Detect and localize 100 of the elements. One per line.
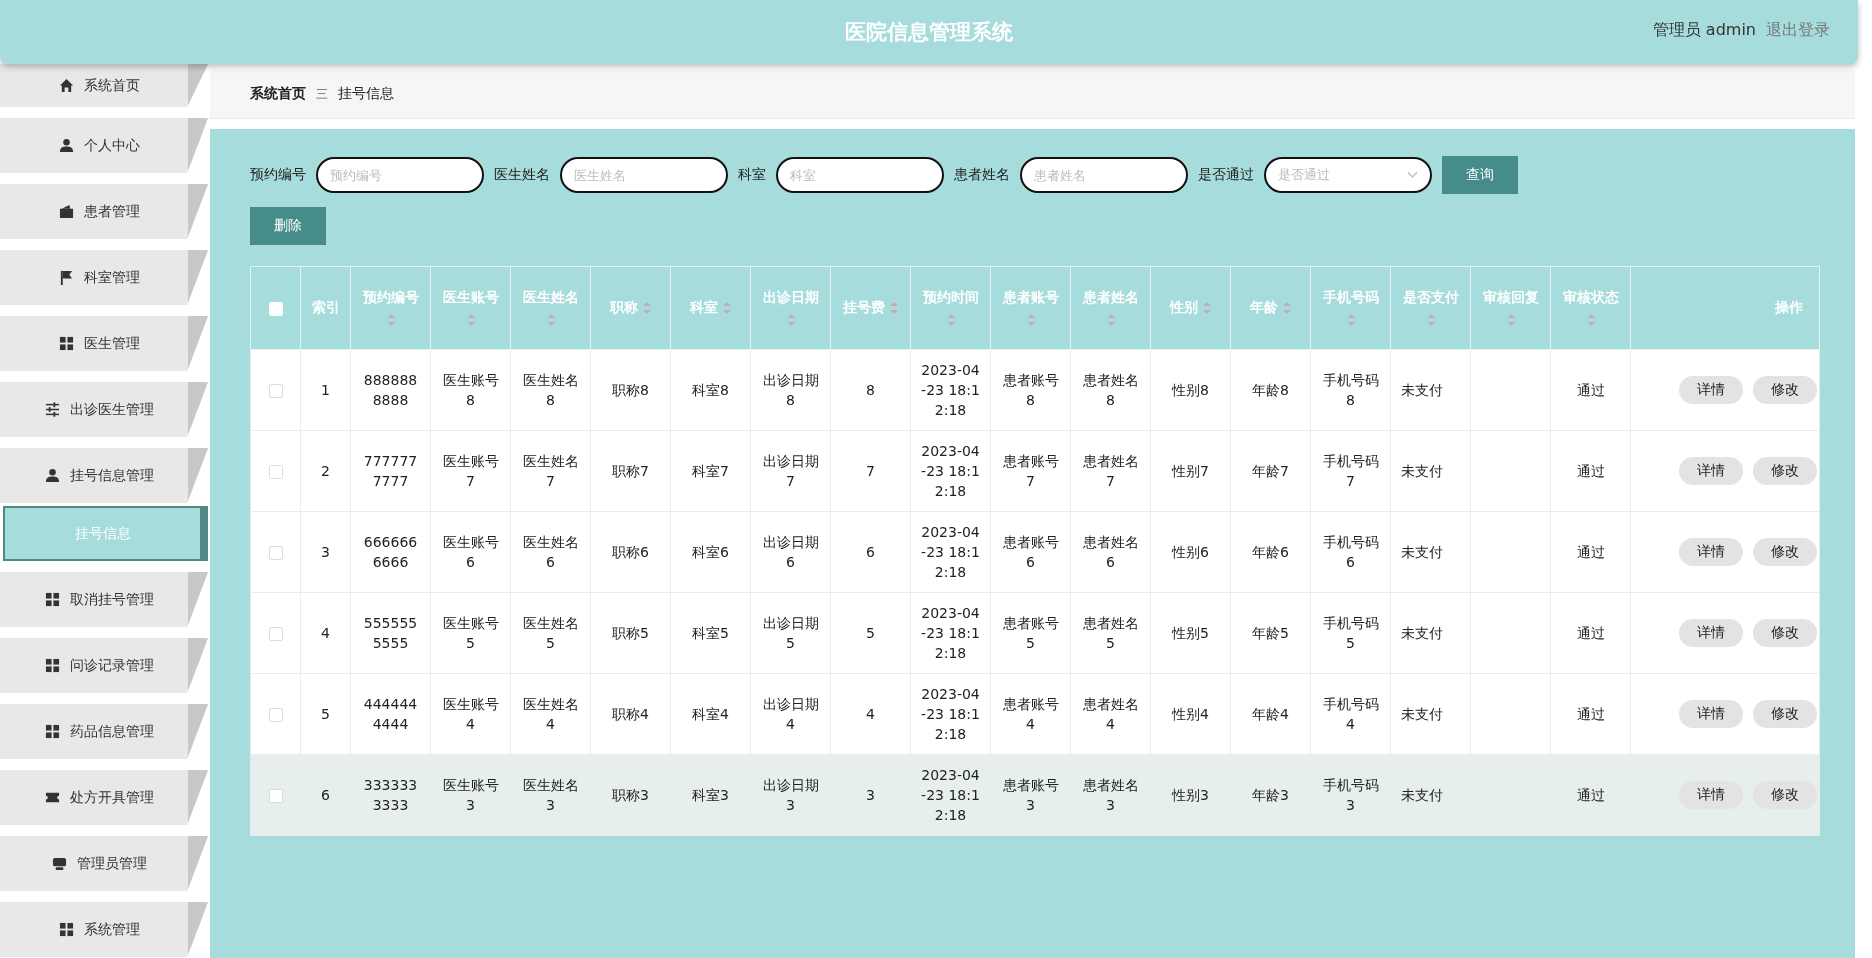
grid-icon [44, 592, 60, 607]
edit-button[interactable]: 修改 [1753, 538, 1817, 566]
details-button[interactable]: 详情 [1679, 457, 1743, 485]
row-checkbox[interactable] [268, 384, 283, 398]
table-cell: 6 [866, 544, 875, 560]
table-cell: 性别5 [1172, 625, 1209, 641]
table-cell: 通过 [1576, 382, 1605, 398]
monitor-icon [51, 856, 67, 871]
table-cell: 医生姓名5 [522, 615, 579, 651]
row-checkbox[interactable] [268, 708, 283, 722]
edit-button[interactable]: 修改 [1753, 700, 1817, 728]
table-cell: 3 [321, 544, 330, 560]
table-cell: 科室7 [692, 463, 729, 479]
table-cell: 年龄3 [1252, 787, 1289, 803]
details-button[interactable]: 详情 [1679, 538, 1743, 566]
table-cell: 科室6 [692, 544, 729, 560]
sort-icon [785, 313, 796, 327]
table-cell: 3333333333 [363, 777, 418, 813]
table-cell: 年龄7 [1252, 463, 1289, 479]
table-cell: 未支付 [1401, 544, 1443, 560]
menu-item[interactable]: 医生管理 [0, 316, 208, 371]
select-all-checkbox[interactable] [268, 302, 283, 316]
menu-item[interactable]: 系统首页 [0, 64, 208, 107]
row-checkbox[interactable] [268, 465, 283, 479]
wallet-icon [58, 204, 74, 219]
grid-icon [58, 336, 74, 351]
table-cell: 医生姓名8 [522, 372, 579, 408]
table-cell: 医生姓名6 [522, 534, 579, 570]
table-cell: 手机号码4 [1322, 696, 1379, 732]
table-cell: 出诊日期7 [762, 453, 819, 489]
breadcrumb-link[interactable]: 挂号信息 [338, 85, 394, 103]
table-cell: 通过 [1576, 544, 1605, 560]
input-field[interactable]: 科室 [776, 157, 944, 193]
sort-icon [721, 301, 732, 315]
row-checkbox[interactable] [268, 546, 283, 560]
input-field[interactable]: 预约编号 [316, 157, 484, 193]
menu-item[interactable]: 患者管理 [0, 184, 208, 239]
filter-label: 是否通过 [1198, 166, 1254, 184]
menu-item[interactable]: 问诊记录管理 [0, 638, 208, 693]
details-button[interactable]: 详情 [1679, 619, 1743, 647]
table-cell: 2 [321, 463, 330, 479]
table-cell: 患者姓名7 [1082, 453, 1139, 489]
row-checkbox[interactable] [268, 789, 283, 803]
table-cell: 2023-04-23 18:12:18 [921, 443, 980, 499]
table-cell: 通过 [1576, 463, 1605, 479]
table-cell: 8888888888 [363, 372, 418, 408]
sort-icon [385, 313, 396, 327]
details-button[interactable]: 详情 [1679, 700, 1743, 728]
table-cell: 3 [866, 787, 875, 803]
menu-item[interactable]: 管理员管理 [0, 836, 208, 891]
table-cell: 患者账号4 [1002, 696, 1059, 732]
edit-button[interactable]: 修改 [1753, 781, 1817, 809]
filter-label: 患者姓名 [954, 166, 1010, 184]
table-cell: 年龄4 [1252, 706, 1289, 722]
table-cell: 2023-04-23 18:12:18 [921, 524, 980, 580]
search-button[interactable]: 查询 [1442, 156, 1518, 194]
table-cell: 患者账号7 [1002, 453, 1059, 489]
table-cell: 6666666666 [363, 534, 418, 570]
menu-item[interactable]: 出诊医生管理 [0, 382, 208, 437]
edit-button[interactable]: 修改 [1753, 619, 1817, 647]
sort-icon [1505, 313, 1516, 327]
input-field[interactable]: 患者姓名 [1020, 157, 1188, 193]
row-checkbox[interactable] [268, 627, 283, 641]
table-cell: 通过 [1576, 787, 1605, 803]
menu-item[interactable]: 科室管理 [0, 250, 208, 305]
breadcrumb-link[interactable]: 系统首页 [250, 85, 306, 103]
menu-item[interactable]: 挂号信息管理 [0, 448, 208, 503]
menu-item[interactable]: 个人中心 [0, 118, 208, 173]
table-cell: 科室3 [692, 787, 729, 803]
table-cell: 科室5 [692, 625, 729, 641]
input-field[interactable]: 医生姓名 [560, 157, 728, 193]
menu-item[interactable]: 系统管理 [0, 902, 208, 957]
menu-item[interactable]: 处方开具管理 [0, 770, 208, 825]
table-cell: 手机号码6 [1322, 534, 1379, 570]
details-button[interactable]: 详情 [1679, 781, 1743, 809]
sort-icon [641, 301, 652, 315]
table-cell: 5555555555 [363, 615, 418, 651]
menu-item[interactable]: 药品信息管理 [0, 704, 208, 759]
filter-label: 预约编号 [250, 166, 306, 184]
table-cell: 手机号码7 [1322, 453, 1379, 489]
filter-label: 医生姓名 [494, 166, 550, 184]
table-cell: 未支付 [1401, 706, 1443, 722]
sort-icon [545, 313, 556, 327]
table-cell: 医生姓名4 [522, 696, 579, 732]
table-cell: 患者姓名8 [1082, 372, 1139, 408]
menu-item[interactable]: 取消挂号管理 [0, 572, 208, 627]
table-cell: 4 [866, 706, 875, 722]
delete-button[interactable]: 删除 [250, 207, 326, 245]
table-cell: 1 [321, 382, 330, 398]
edit-button[interactable]: 修改 [1753, 457, 1817, 485]
table-cell: 手机号码8 [1322, 372, 1379, 408]
table-cell: 医生账号7 [442, 453, 499, 489]
table-cell: 医生账号3 [442, 777, 499, 813]
table-cell: 年龄6 [1252, 544, 1289, 560]
details-button[interactable]: 详情 [1679, 376, 1743, 404]
table-cell: 出诊日期5 [762, 615, 819, 651]
edit-button[interactable]: 修改 [1753, 376, 1817, 404]
person-icon [58, 138, 74, 153]
table-cell: 医生账号8 [442, 372, 499, 408]
table-cell: 手机号码3 [1322, 777, 1379, 813]
